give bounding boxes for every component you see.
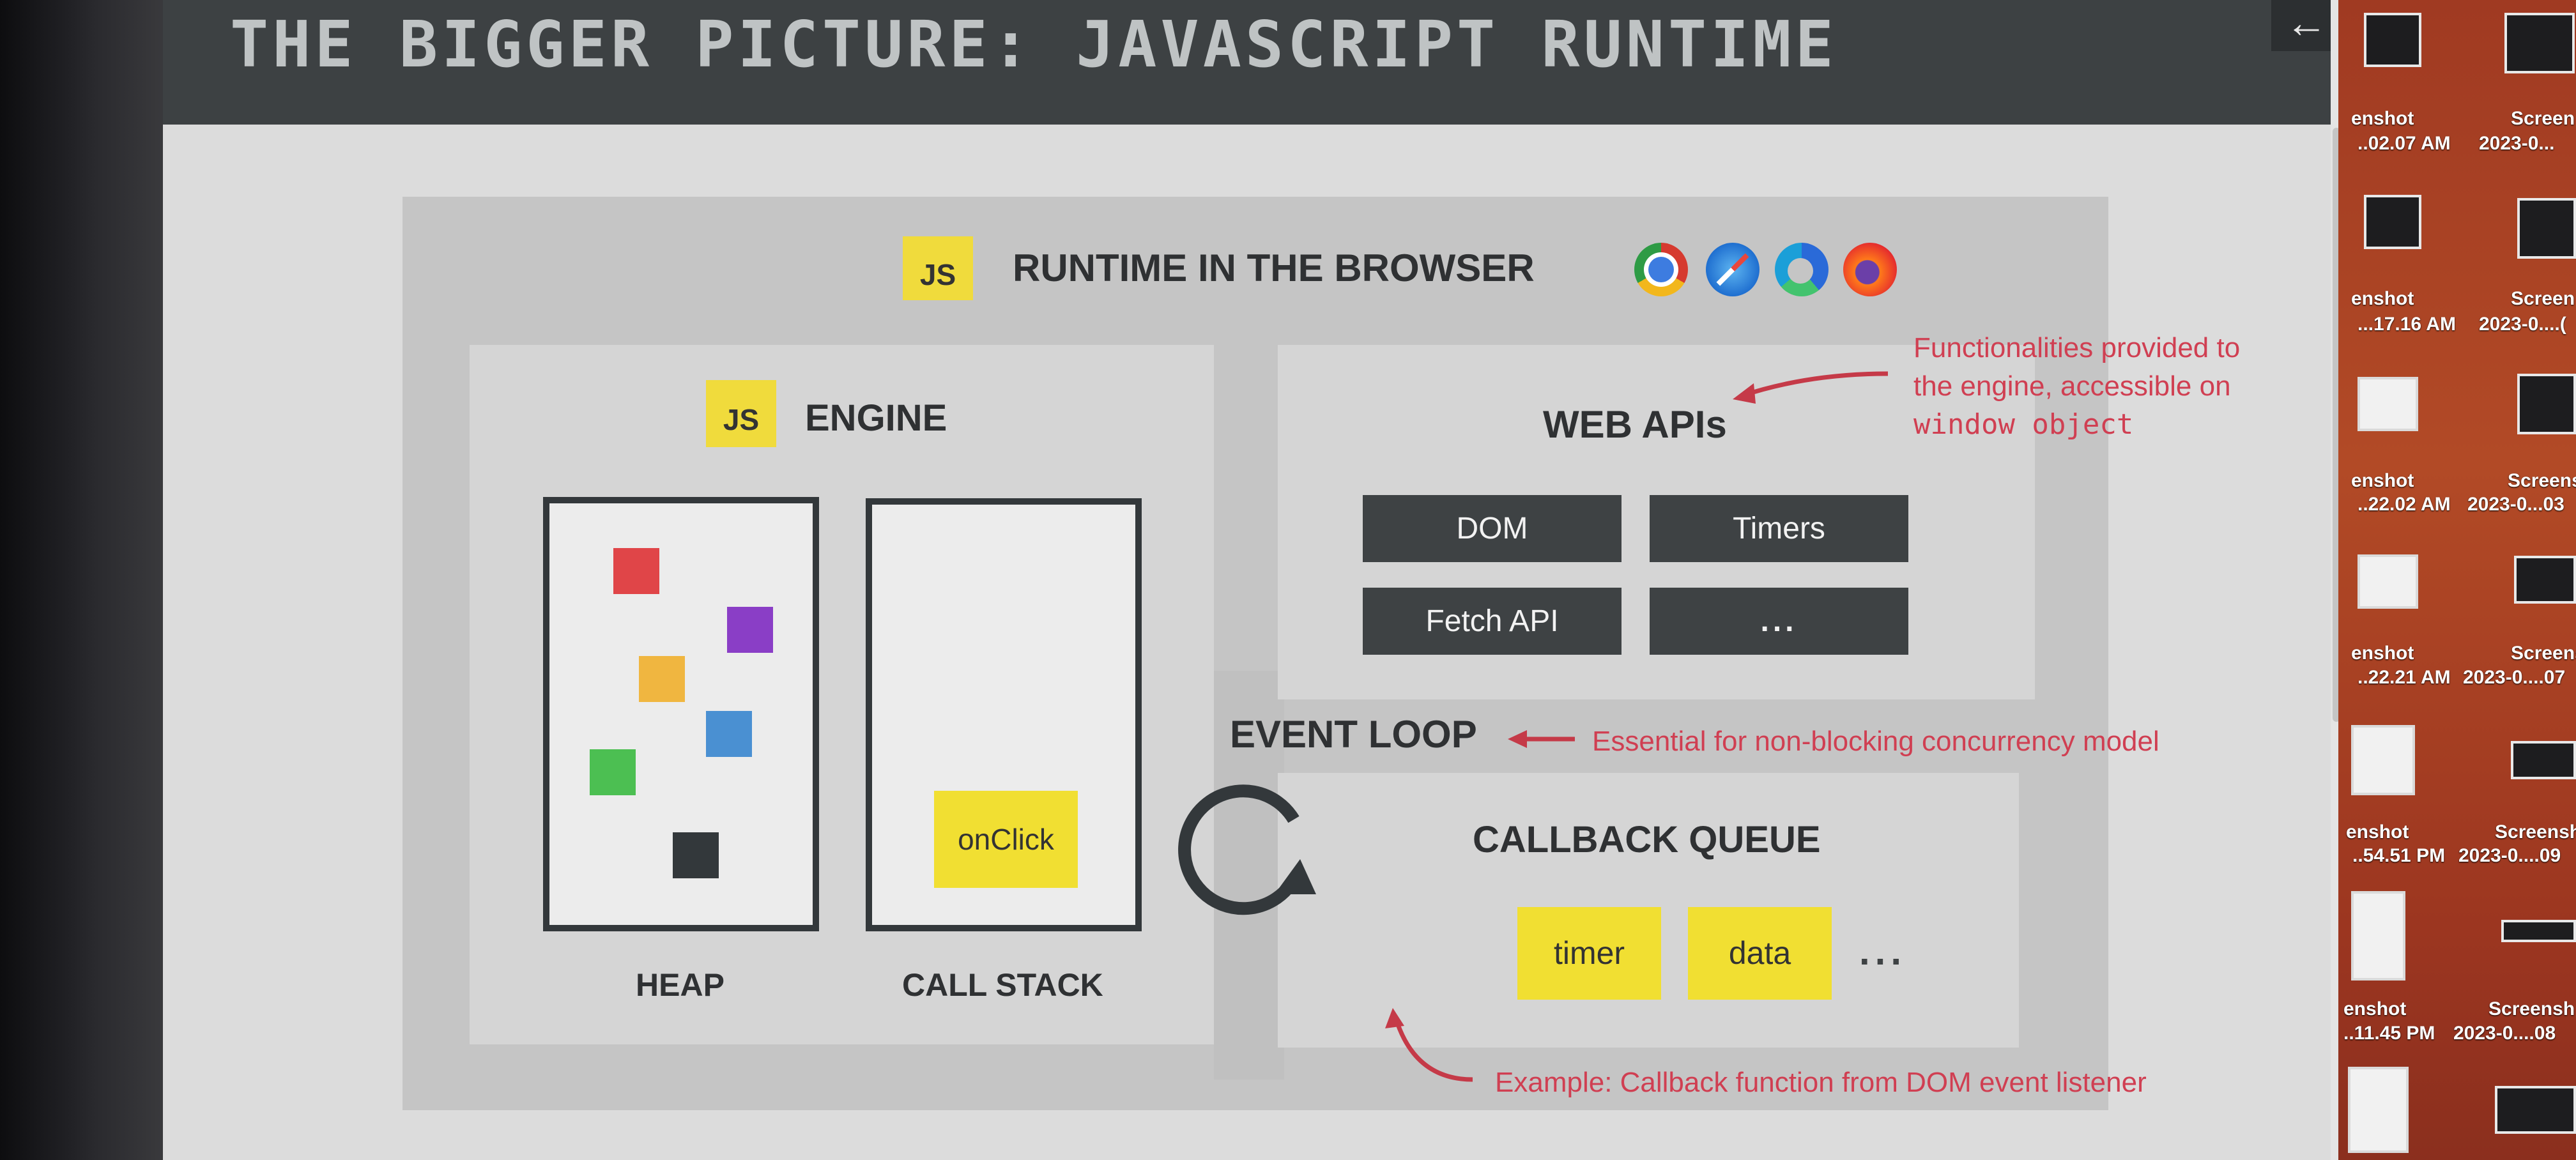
file-name[interactable]: 2023-0....09 xyxy=(2458,844,2561,867)
monitor-bezel xyxy=(0,0,96,1160)
file-thumbnail[interactable] xyxy=(2514,556,2576,604)
web-apis-annotation: Functionalities provided to the engine, … xyxy=(1913,329,2240,444)
file-name[interactable]: Screens xyxy=(2511,642,2576,665)
file-thumbnail[interactable] xyxy=(2517,374,2576,434)
call-stack-frame: onClick xyxy=(934,791,1078,888)
callback-item-timer: timer xyxy=(1517,907,1661,1000)
annotation-line: window object xyxy=(1913,408,2134,441)
event-loop-arrowhead xyxy=(1275,859,1316,894)
file-thumbnail[interactable] xyxy=(2504,13,2575,73)
web-api-timers: Timers xyxy=(1650,495,1908,562)
file-thumbnail[interactable] xyxy=(2358,377,2418,431)
event-loop-annotation: Essential for non-blocking concurrency m… xyxy=(1592,726,2159,757)
heap-object xyxy=(727,607,773,653)
call-stack-label: CALL STACK xyxy=(902,967,1103,1003)
engine-title: ENGINE xyxy=(805,397,947,439)
file-name[interactable]: enshot xyxy=(2351,469,2414,492)
file-name[interactable]: Screensh xyxy=(2495,821,2576,844)
chrome-icon xyxy=(1634,243,1688,296)
event-loop-title: EVENT LOOP xyxy=(1230,713,1477,756)
js-logo-icon: JS xyxy=(706,380,776,447)
file-name[interactable]: Screen xyxy=(2511,107,2575,130)
runtime-title: RUNTIME IN THE BROWSER xyxy=(1013,247,1535,289)
web-api-dom: DOM xyxy=(1363,495,1621,562)
file-thumbnail[interactable] xyxy=(2351,725,2415,795)
file-name[interactable]: ..22.21 AM xyxy=(2358,666,2451,689)
file-name[interactable]: enshot xyxy=(2351,287,2414,310)
annotation-line: the engine, accessible on xyxy=(1913,370,2231,402)
heap-label: HEAP xyxy=(636,967,724,1003)
file-name[interactable]: enshot xyxy=(2343,998,2406,1021)
web-apis-title: WEB APIs xyxy=(1543,403,1727,446)
file-thumbnail[interactable] xyxy=(2364,13,2421,67)
file-name[interactable]: enshot xyxy=(2351,642,2414,665)
file-thumbnail[interactable] xyxy=(2495,1086,2576,1134)
callback-queue-title: CALLBACK QUEUE xyxy=(1473,819,1821,860)
file-thumbnail[interactable] xyxy=(2358,554,2418,609)
file-thumbnail[interactable] xyxy=(2501,920,2576,942)
edge-icon xyxy=(1775,243,1828,296)
callback-annotation: Example: Callback function from DOM even… xyxy=(1495,1067,2147,1098)
heap-object xyxy=(613,548,659,594)
file-name[interactable]: enshot xyxy=(2346,821,2409,844)
file-name[interactable]: 2023-0....( xyxy=(2479,313,2566,336)
file-name[interactable]: Screen xyxy=(2511,287,2575,310)
file-name[interactable]: ...17.16 AM xyxy=(2358,313,2456,336)
file-name[interactable]: Screensh xyxy=(2488,998,2575,1021)
file-name[interactable]: Screens xyxy=(2508,469,2576,492)
file-name[interactable]: ..54.51 PM xyxy=(2352,844,2445,867)
js-logo-icon: JS xyxy=(903,236,973,300)
file-name[interactable]: 2023-0...03 xyxy=(2467,493,2564,516)
file-name[interactable]: ..22.02 AM xyxy=(2358,493,2451,516)
file-name[interactable]: 2023-0... xyxy=(2479,132,2554,155)
firefox-icon xyxy=(1843,243,1897,296)
file-name[interactable]: 2023-0....07 xyxy=(2463,666,2565,689)
file-thumbnail[interactable] xyxy=(2351,891,2405,981)
heap-object xyxy=(639,656,685,702)
web-api-more: ... xyxy=(1650,588,1908,655)
file-name[interactable]: enshot xyxy=(2351,107,2414,130)
file-name[interactable]: 2023-0....08 xyxy=(2453,1022,2556,1045)
heap-object xyxy=(673,832,719,878)
safari-icon xyxy=(1706,243,1759,296)
background-strip xyxy=(96,0,166,1160)
slide-title: THE BIGGER PICTURE: JAVASCRIPT RUNTIME xyxy=(230,7,1837,82)
file-thumbnail[interactable] xyxy=(2517,198,2576,259)
file-thumbnail[interactable] xyxy=(2348,1067,2409,1153)
callback-item-data: data xyxy=(1688,907,1832,1000)
file-thumbnail[interactable] xyxy=(2364,195,2421,249)
annotation-line: Functionalities provided to xyxy=(1913,332,2241,363)
file-name[interactable]: ..11.45 PM xyxy=(2343,1022,2435,1045)
callback-more: ... xyxy=(1859,930,1907,973)
heap-object xyxy=(590,749,636,795)
event-loop-cycle-icon xyxy=(1178,784,1316,915)
web-api-fetch: Fetch API xyxy=(1363,588,1621,655)
file-name[interactable]: ..02.07 AM xyxy=(2358,132,2451,155)
heap-object xyxy=(706,711,752,757)
file-thumbnail[interactable] xyxy=(2511,741,2576,779)
